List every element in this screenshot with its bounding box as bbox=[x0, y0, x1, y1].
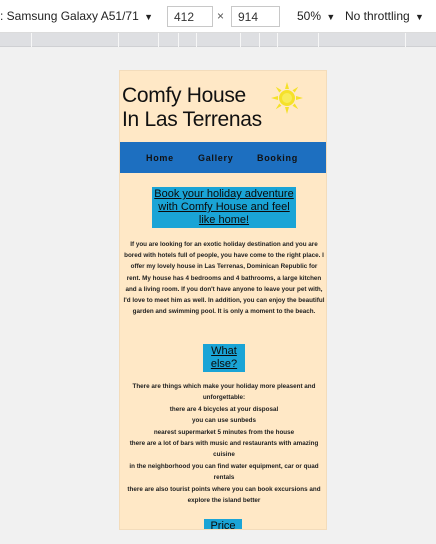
site-title-line1: Comfy House bbox=[122, 84, 246, 107]
site-title: Comfy House In Las Terrenas bbox=[122, 84, 262, 132]
list-item: there are 4 bicycles at your disposal bbox=[169, 405, 279, 413]
throttle-selector[interactable]: No throttling ▼ bbox=[345, 9, 424, 23]
list-item: in the neighborhood you can find water e… bbox=[129, 462, 319, 482]
price-heading: Price bbox=[204, 519, 242, 529]
features-list: There are things which make your holiday… bbox=[120, 381, 326, 506]
what-else-heading: What else? bbox=[203, 344, 245, 372]
chevron-down-icon: ▼ bbox=[326, 12, 336, 22]
dimension-separator: × bbox=[217, 9, 225, 23]
list-item: nearest supermarket 5 minutes from the h… bbox=[153, 428, 295, 436]
chevron-down-icon: ▼ bbox=[415, 12, 424, 22]
devtools-device-toolbar: : Samsung Galaxy A51/71 ▼ × 50% ▼ No thr… bbox=[0, 0, 436, 33]
throttle-label: No throttling bbox=[345, 9, 410, 23]
width-input[interactable] bbox=[167, 6, 213, 27]
main-nav: Home Gallery Booking bbox=[120, 142, 326, 173]
nav-booking-link[interactable]: Booking bbox=[257, 153, 298, 163]
list-intro: There are things which make your holiday… bbox=[132, 383, 316, 402]
device-viewport: Comfy House In Las Terrenas Home Gallery… bbox=[119, 70, 327, 530]
intro-paragraph: If you are looking for an exotic holiday… bbox=[123, 241, 325, 316]
nav-gallery-link[interactable]: Gallery bbox=[198, 153, 233, 163]
device-label: : Samsung Galaxy A51/71 bbox=[0, 9, 139, 23]
intro-heading: Book your holiday adventure with Comfy H… bbox=[152, 187, 296, 228]
chevron-down-icon: ▼ bbox=[144, 12, 154, 22]
device-selector[interactable]: : Samsung Galaxy A51/71 ▼ bbox=[0, 9, 153, 23]
nav-home-link[interactable]: Home bbox=[146, 153, 174, 163]
list-item: there are also tourist points where you … bbox=[127, 485, 321, 505]
zoom-selector[interactable]: 50% ▼ bbox=[297, 9, 335, 23]
media-query-ruler[interactable] bbox=[0, 33, 436, 47]
site-title-line2: In Las Terrenas bbox=[122, 108, 262, 131]
list-item: there are a lot of bars with music and r… bbox=[129, 440, 319, 459]
zoom-label: 50% bbox=[297, 9, 322, 23]
list-item: you can use sunbeds bbox=[191, 417, 257, 425]
height-input[interactable] bbox=[231, 6, 280, 27]
sun-icon bbox=[271, 82, 303, 114]
